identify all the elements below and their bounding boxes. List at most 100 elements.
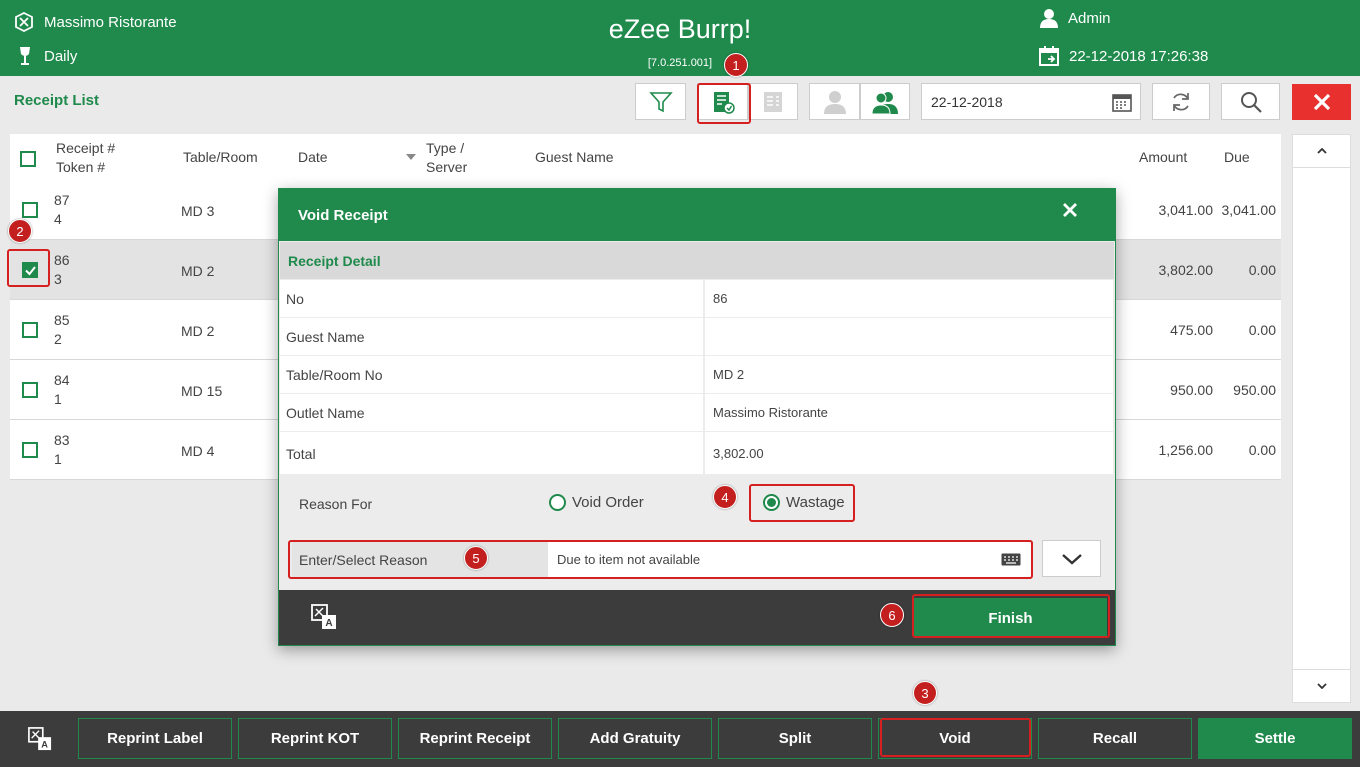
column-guest-name[interactable]: Guest Name bbox=[535, 148, 614, 167]
reprint-receipt-button[interactable]: Reprint Receipt bbox=[398, 718, 552, 759]
datetime-info: 22-12-2018 17:26:38 bbox=[1039, 46, 1208, 66]
row-checkbox[interactable] bbox=[22, 202, 38, 218]
chevron-down-icon bbox=[1061, 553, 1082, 565]
reason-for-label: Reason For bbox=[299, 496, 373, 512]
settle-button[interactable]: Settle bbox=[1198, 718, 1352, 759]
column-type-server[interactable]: Type / Server bbox=[426, 139, 467, 177]
user-info[interactable]: Admin bbox=[1040, 8, 1111, 28]
scroll-up-button[interactable] bbox=[1293, 135, 1350, 168]
detail-value bbox=[705, 318, 1113, 355]
sort-down-icon bbox=[406, 154, 416, 160]
document-icon bbox=[764, 91, 782, 112]
detail-row-total: Total 3,802.00 bbox=[280, 432, 1114, 475]
add-gratuity-button[interactable]: Add Gratuity bbox=[558, 718, 712, 759]
amount-cell: 950.00 bbox=[1170, 382, 1213, 398]
row-checkbox[interactable] bbox=[22, 442, 38, 458]
user-name: Admin bbox=[1068, 9, 1111, 27]
recall-button[interactable]: Recall bbox=[1038, 718, 1192, 759]
highlight-void bbox=[880, 718, 1031, 757]
detail-value: MD 2 bbox=[705, 356, 1113, 393]
row-checkbox[interactable] bbox=[22, 382, 38, 398]
due-cell: 3,041.00 bbox=[1221, 202, 1277, 218]
app-title: eZee Burrp! bbox=[608, 14, 752, 44]
page-title: Receipt List bbox=[14, 92, 100, 109]
receipt-token: 86 3 bbox=[54, 252, 70, 287]
scroll-down-button[interactable] bbox=[1293, 669, 1350, 702]
refresh-button[interactable] bbox=[1152, 83, 1210, 120]
scroll-panel bbox=[1292, 134, 1351, 703]
callout-badge: 5 bbox=[464, 546, 488, 570]
callout-badge: 2 bbox=[8, 219, 32, 243]
user-icon bbox=[823, 90, 846, 114]
highlight-reason bbox=[288, 540, 1033, 579]
reason-dropdown-button[interactable] bbox=[1042, 540, 1101, 577]
highlight-finish bbox=[912, 594, 1110, 638]
receipt-token: 83 1 bbox=[54, 432, 70, 467]
translate-icon[interactable]: A bbox=[28, 727, 52, 751]
column-due[interactable]: Due bbox=[1224, 148, 1250, 167]
user-icon bbox=[1040, 9, 1058, 28]
column-amount[interactable]: Amount bbox=[1139, 148, 1187, 167]
table-room-cell: MD 15 bbox=[181, 383, 223, 399]
kot-view-button[interactable] bbox=[748, 83, 798, 120]
detail-value: 3,802.00 bbox=[705, 432, 1113, 474]
detail-row-outlet: Outlet Name Massimo Ristorante bbox=[280, 394, 1114, 432]
detail-label: Total bbox=[280, 432, 703, 474]
reprint-label-button[interactable]: Reprint Label bbox=[78, 718, 232, 759]
amount-cell: 475.00 bbox=[1170, 322, 1213, 338]
dialog-close-button[interactable] bbox=[1063, 203, 1077, 221]
date-picker[interactable]: 22-12-2018 bbox=[921, 83, 1141, 120]
highlight-row-checkbox bbox=[7, 249, 50, 287]
users-icon bbox=[872, 91, 898, 114]
filter-button[interactable] bbox=[635, 83, 686, 120]
dialog-header: Void Receipt bbox=[279, 189, 1115, 241]
receipt-detail-section: Receipt Detail bbox=[280, 242, 1114, 279]
group-users-button[interactable] bbox=[860, 83, 910, 120]
detail-label: No bbox=[280, 280, 703, 317]
receipt-token: 87 4 bbox=[54, 192, 70, 227]
callout-badge: 3 bbox=[913, 681, 937, 705]
reprint-kot-button[interactable]: Reprint KOT bbox=[238, 718, 392, 759]
detail-row-table-room: Table/Room No MD 2 bbox=[280, 356, 1114, 394]
row-checkbox[interactable] bbox=[22, 322, 38, 338]
table-room-cell: MD 4 bbox=[181, 443, 215, 459]
close-button[interactable] bbox=[1292, 84, 1351, 120]
column-receipt[interactable]: Receipt # Token # bbox=[56, 139, 115, 177]
chevron-up-icon bbox=[1316, 148, 1327, 154]
close-icon bbox=[1063, 203, 1077, 217]
void-order-radio[interactable]: Void Order bbox=[549, 494, 644, 511]
refresh-icon bbox=[1173, 92, 1189, 111]
detail-value: Massimo Ristorante bbox=[705, 394, 1113, 431]
app-header: Massimo Ristorante Daily eZee Burrp! [7.… bbox=[0, 0, 1360, 76]
amount-cell: 3,041.00 bbox=[1158, 202, 1214, 218]
action-bar: A Reprint Label Reprint KOT Reprint Rece… bbox=[0, 711, 1360, 767]
calendar-icon bbox=[1112, 94, 1132, 112]
detail-label: Table/Room No bbox=[280, 356, 703, 393]
close-icon bbox=[1313, 93, 1330, 111]
detail-row-no: No 86 bbox=[280, 280, 1114, 318]
callout-badge: 4 bbox=[713, 485, 737, 509]
table-room-cell: MD 2 bbox=[181, 323, 215, 339]
receipt-token: 85 2 bbox=[54, 312, 70, 347]
table-room-cell: MD 2 bbox=[181, 263, 215, 279]
detail-value: 86 bbox=[705, 280, 1113, 317]
due-cell: 0.00 bbox=[1248, 442, 1276, 458]
translate-icon[interactable]: A bbox=[311, 604, 337, 630]
single-user-button[interactable] bbox=[809, 83, 860, 120]
amount-cell: 3,802.00 bbox=[1158, 262, 1214, 278]
callout-badge: 1 bbox=[724, 53, 748, 77]
column-date[interactable]: Date bbox=[298, 148, 328, 167]
receipt-token: 84 1 bbox=[54, 372, 70, 407]
due-cell: 950.00 bbox=[1233, 382, 1276, 398]
amount-cell: 1,256.00 bbox=[1158, 442, 1214, 458]
svg-text:A: A bbox=[325, 618, 332, 629]
column-table-room[interactable]: Table/Room bbox=[183, 148, 258, 167]
receipt-table: Receipt # Token # Table/Room Date Type /… bbox=[10, 134, 1281, 480]
svg-text:A: A bbox=[41, 739, 48, 749]
dialog-title: Void Receipt bbox=[298, 207, 388, 224]
search-icon bbox=[1240, 91, 1262, 113]
select-all-checkbox[interactable] bbox=[20, 151, 36, 167]
split-button[interactable]: Split bbox=[718, 718, 872, 759]
search-button[interactable] bbox=[1221, 83, 1280, 120]
callout-badge: 6 bbox=[880, 603, 904, 627]
